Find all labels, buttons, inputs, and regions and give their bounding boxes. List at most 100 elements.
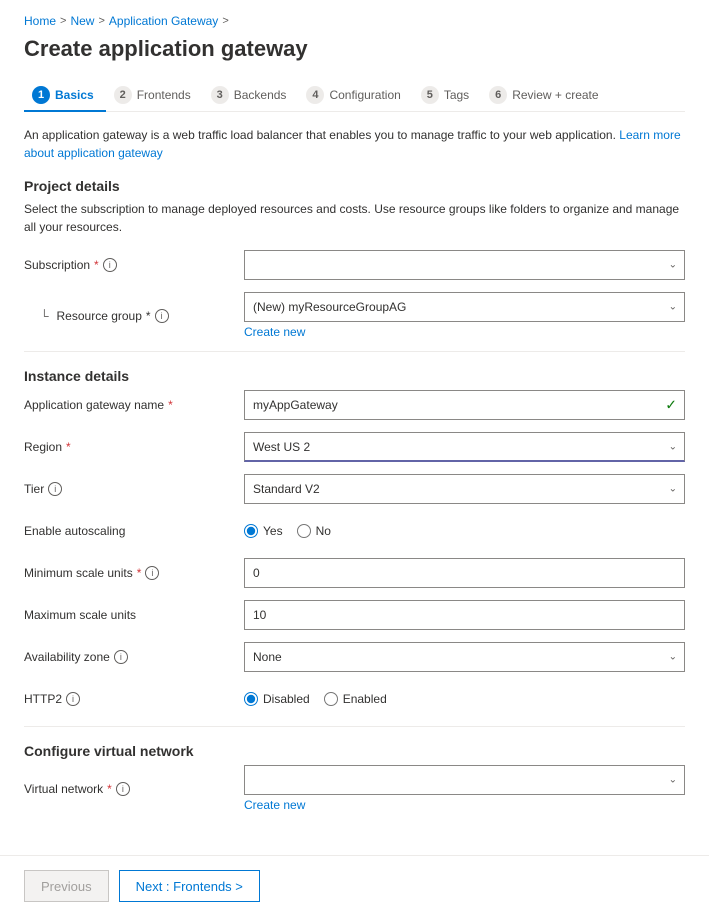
step-num-4: 4 — [306, 86, 324, 104]
virtual-network-row: Virtual network * i ⌄ Create new — [24, 765, 685, 812]
http2-enabled-label: Enabled — [343, 692, 387, 706]
http2-radio-group: Disabled Enabled — [244, 692, 685, 706]
min-scale-label: Minimum scale units * i — [24, 566, 244, 580]
min-scale-control — [244, 558, 685, 588]
autoscaling-no-option[interactable]: No — [297, 524, 331, 538]
breadcrumb-sep-3: > — [222, 15, 228, 27]
max-scale-label: Maximum scale units — [24, 608, 244, 622]
region-required: * — [66, 440, 71, 454]
project-details-heading: Project details — [24, 178, 685, 194]
breadcrumb-new[interactable]: New — [70, 14, 94, 28]
tier-select-wrapper: Standard V2 ⌄ — [244, 474, 685, 504]
previous-button[interactable]: Previous — [24, 870, 109, 902]
breadcrumb-home[interactable]: Home — [24, 14, 56, 28]
http2-enabled-radio[interactable] — [324, 692, 338, 706]
virtual-network-control: ⌄ Create new — [244, 765, 685, 812]
resource-group-required: * — [146, 309, 151, 323]
min-scale-input[interactable] — [244, 558, 685, 588]
subscription-select[interactable] — [244, 250, 685, 280]
breadcrumb: Home > New > Application Gateway > — [24, 14, 685, 28]
divider-1 — [24, 351, 685, 352]
subscription-row: Subscription * i ⌄ — [24, 250, 685, 280]
resource-group-info-icon[interactable]: i — [155, 309, 169, 323]
availability-zone-select[interactable]: None — [244, 642, 685, 672]
resource-group-create-new[interactable]: Create new — [244, 325, 685, 339]
step-label-frontends: Frontends — [137, 88, 191, 102]
step-label-basics: Basics — [55, 88, 94, 102]
steps-bar: 1 Basics 2 Frontends 3 Backends 4 Config… — [24, 80, 685, 112]
step-num-1: 1 — [32, 86, 50, 104]
autoscaling-yes-option[interactable]: Yes — [244, 524, 283, 538]
http2-disabled-label: Disabled — [263, 692, 310, 706]
tier-row: Tier i Standard V2 ⌄ — [24, 474, 685, 504]
breadcrumb-app-gateway[interactable]: Application Gateway — [109, 14, 218, 28]
breadcrumb-sep-1: > — [60, 15, 66, 27]
step-tags[interactable]: 5 Tags — [413, 80, 481, 112]
max-scale-row: Maximum scale units — [24, 600, 685, 630]
footer: Previous Next : Frontends > — [0, 855, 709, 916]
subscription-label: Subscription * i — [24, 258, 244, 272]
app-gateway-name-row: Application gateway name * ✓ — [24, 390, 685, 420]
availability-zone-row: Availability zone i None ⌄ — [24, 642, 685, 672]
max-scale-input[interactable] — [244, 600, 685, 630]
virtual-network-select-wrapper: ⌄ — [244, 765, 685, 795]
tier-select[interactable]: Standard V2 — [244, 474, 685, 504]
about-app-gateway-link[interactable]: about application gateway — [24, 146, 163, 160]
tier-label: Tier i — [24, 482, 244, 496]
resource-group-select[interactable]: (New) myResourceGroupAG — [244, 292, 685, 322]
step-num-6: 6 — [489, 86, 507, 104]
app-gateway-name-input[interactable] — [244, 390, 685, 420]
availability-zone-info-icon[interactable]: i — [114, 650, 128, 664]
resource-group-select-wrapper: (New) myResourceGroupAG ⌄ — [244, 292, 685, 322]
http2-label: HTTP2 i — [24, 692, 244, 706]
breadcrumb-sep-2: > — [98, 15, 104, 27]
virtual-network-create-new[interactable]: Create new — [244, 798, 685, 812]
next-button[interactable]: Next : Frontends > — [119, 870, 260, 902]
region-label: Region * — [24, 440, 244, 454]
learn-more-link[interactable]: Learn more — [619, 128, 680, 142]
availability-zone-label: Availability zone i — [24, 650, 244, 664]
resource-group-row: Resource group * i (New) myResourceGroup… — [24, 292, 685, 339]
http2-disabled-option[interactable]: Disabled — [244, 692, 310, 706]
region-select-wrapper: West US 2 ⌄ — [244, 432, 685, 462]
autoscaling-radio-group: Yes No — [244, 524, 685, 538]
step-num-2: 2 — [114, 86, 132, 104]
app-gateway-name-label: Application gateway name * — [24, 398, 244, 412]
http2-info-icon[interactable]: i — [66, 692, 80, 706]
virtual-network-info-icon[interactable]: i — [116, 782, 130, 796]
max-scale-control — [244, 600, 685, 630]
step-num-5: 5 — [421, 86, 439, 104]
subscription-select-wrapper: ⌄ — [244, 250, 685, 280]
project-details-desc: Select the subscription to manage deploy… — [24, 200, 685, 236]
step-review-create[interactable]: 6 Review + create — [481, 80, 610, 112]
autoscaling-row: Enable autoscaling Yes No — [24, 516, 685, 546]
step-frontends[interactable]: 2 Frontends — [106, 80, 203, 112]
app-name-required: * — [168, 398, 173, 412]
step-label-backends: Backends — [234, 88, 287, 102]
virtual-network-select[interactable] — [244, 765, 685, 795]
autoscaling-no-radio[interactable] — [297, 524, 311, 538]
region-select[interactable]: West US 2 — [244, 432, 685, 462]
autoscaling-no-label: No — [316, 524, 331, 538]
autoscaling-yes-label: Yes — [263, 524, 283, 538]
subscription-required: * — [94, 258, 99, 272]
virtual-network-label: Virtual network * i — [24, 782, 244, 796]
page-title: Create application gateway — [24, 36, 685, 62]
virtual-network-heading: Configure virtual network — [24, 743, 685, 759]
availability-zone-select-wrapper: None ⌄ — [244, 642, 685, 672]
step-label-config: Configuration — [329, 88, 400, 102]
min-scale-row: Minimum scale units * i — [24, 558, 685, 588]
tier-info-icon[interactable]: i — [48, 482, 62, 496]
subscription-info-icon[interactable]: i — [103, 258, 117, 272]
http2-disabled-radio[interactable] — [244, 692, 258, 706]
min-scale-info-icon[interactable]: i — [145, 566, 159, 580]
step-configuration[interactable]: 4 Configuration — [298, 80, 412, 112]
http2-enabled-option[interactable]: Enabled — [324, 692, 387, 706]
step-label-tags: Tags — [444, 88, 469, 102]
min-scale-required: * — [137, 566, 142, 580]
instance-details-heading: Instance details — [24, 368, 685, 384]
app-gateway-name-check-icon: ✓ — [665, 397, 677, 414]
autoscaling-yes-radio[interactable] — [244, 524, 258, 538]
step-backends[interactable]: 3 Backends — [203, 80, 299, 112]
step-basics[interactable]: 1 Basics — [24, 80, 106, 112]
